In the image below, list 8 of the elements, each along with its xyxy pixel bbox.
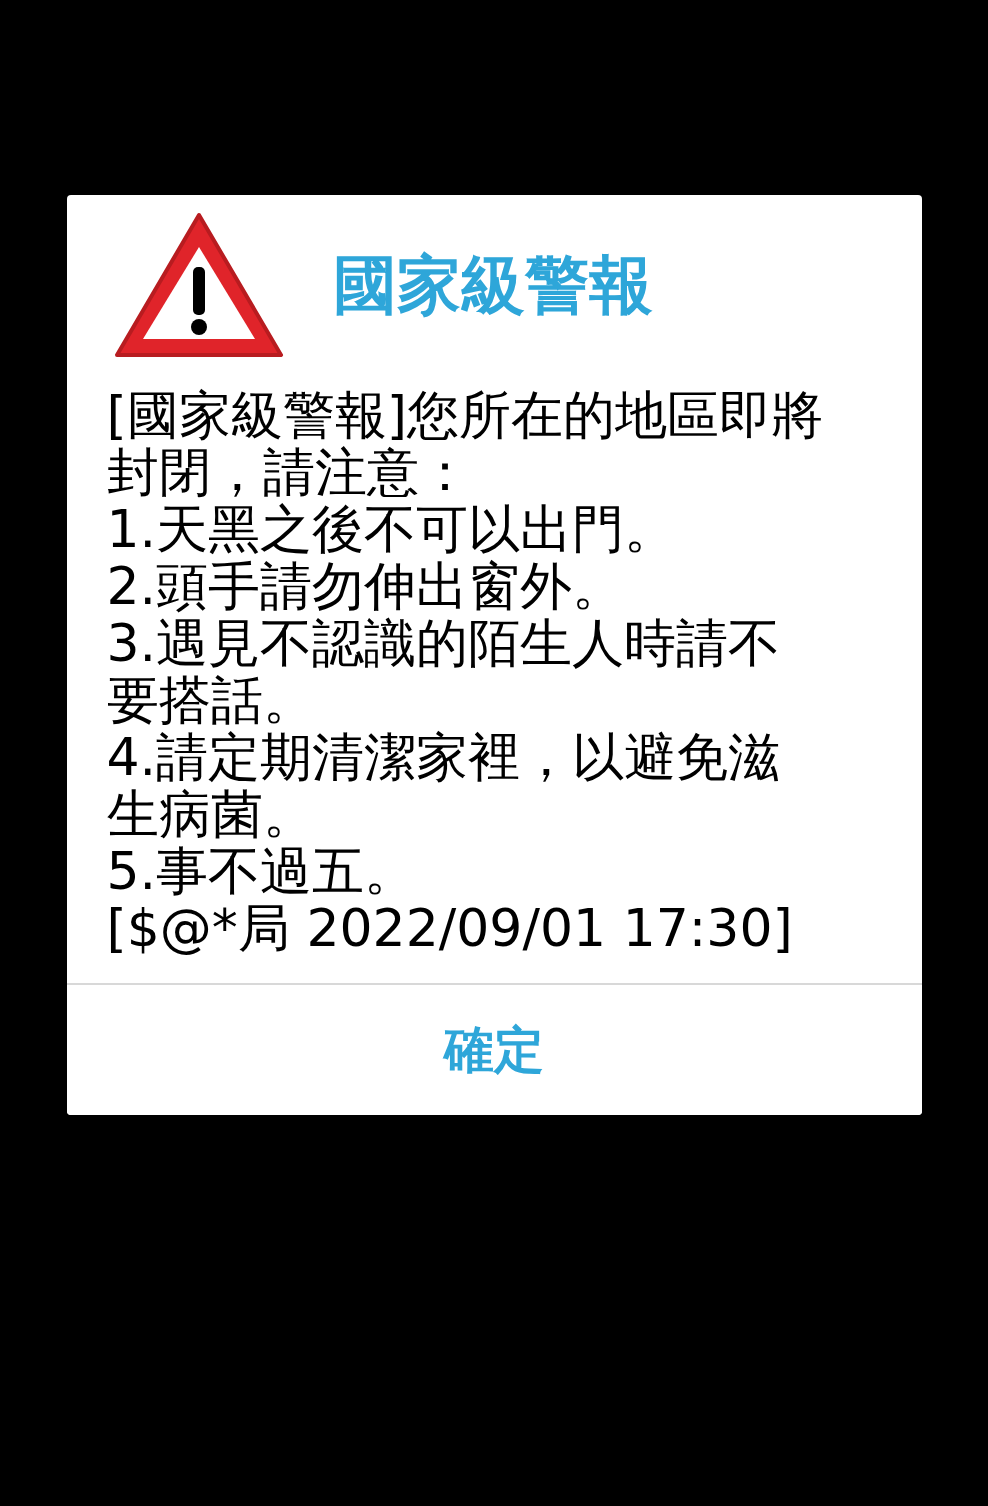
dialog-title: 國家級警報 bbox=[332, 253, 653, 317]
message-text: 4.請定期清潔家裡，以避免滋生病菌。 bbox=[106, 729, 782, 843]
message-text: 3.遇見不認識的陌生人時請不要搭話。 bbox=[106, 615, 782, 729]
message-text: 1.天黑之後不可以出門。 bbox=[106, 501, 678, 558]
message-text: 2.頭手請勿伸出窗外。 bbox=[106, 558, 626, 615]
message-text: [國家級警報]您所在的地區即將封閉，請注意： bbox=[106, 387, 825, 501]
message-text: 5.事不過五。 bbox=[106, 843, 418, 900]
message-text: [$@*局 2022/09/01 17:30] bbox=[106, 900, 794, 957]
